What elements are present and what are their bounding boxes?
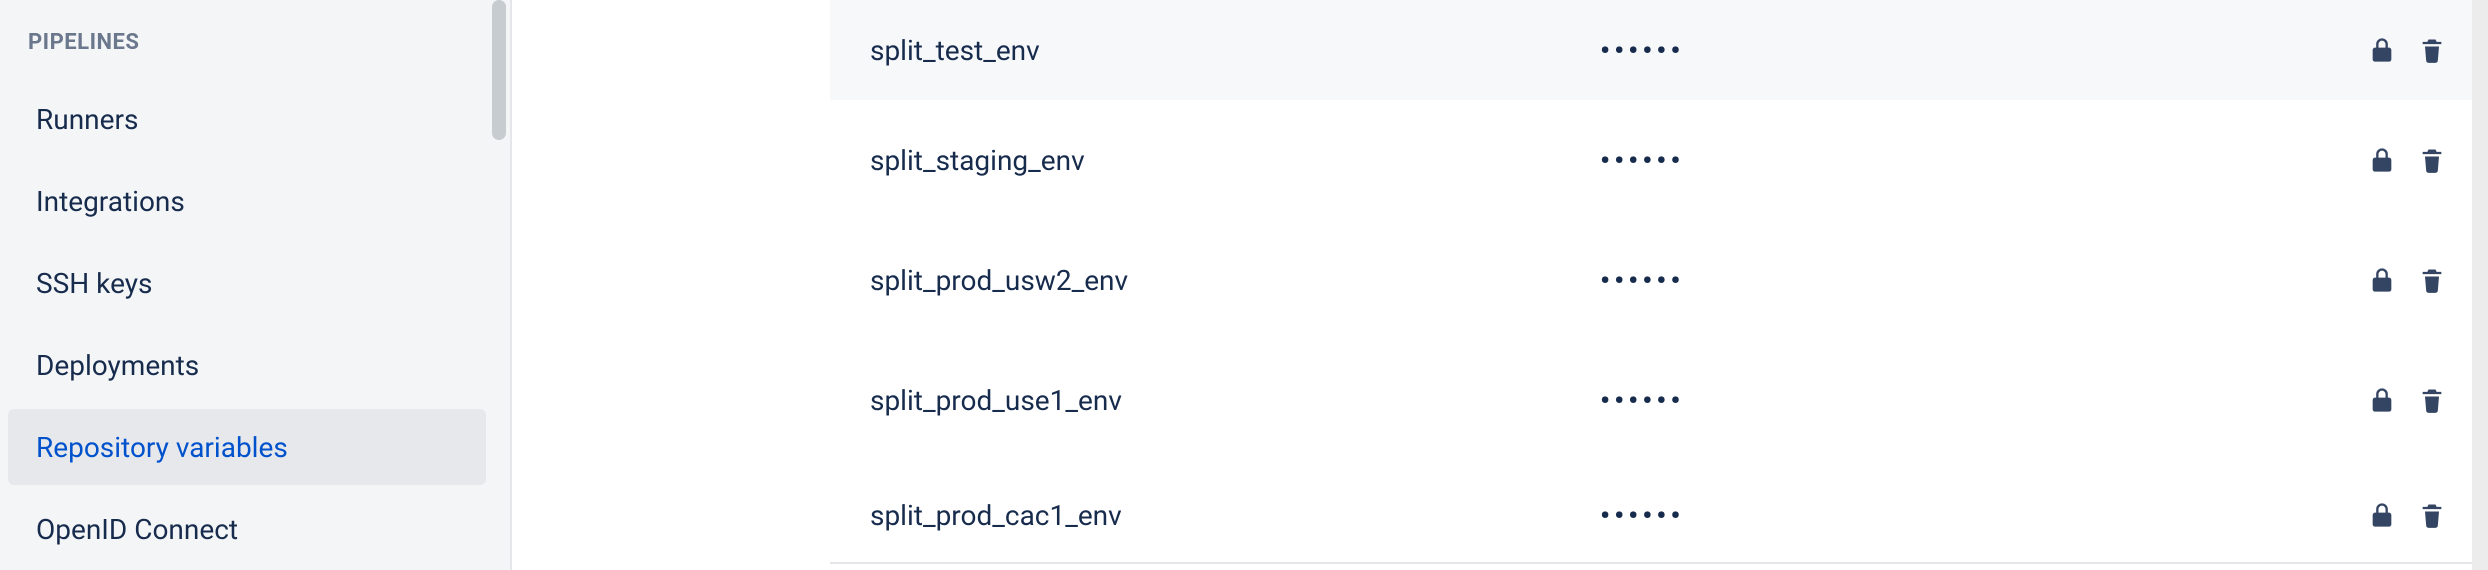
trash-icon[interactable]: [2416, 34, 2448, 66]
sidebar-divider: [510, 0, 512, 570]
sidebar-item-label: Runners: [36, 103, 138, 136]
app-layout: PIPELINES Runners Integrations SSH keys …: [0, 0, 2488, 570]
sidebar: PIPELINES Runners Integrations SSH keys …: [0, 0, 510, 570]
variable-name: split_prod_use1_env: [830, 384, 1600, 417]
sidebar-item-label: OpenID Connect: [36, 513, 238, 546]
variable-value-masked: ••••••: [1600, 34, 2366, 67]
variable-value-masked: ••••••: [1600, 144, 2366, 177]
trash-icon[interactable]: [2416, 384, 2448, 416]
variable-row[interactable]: split_prod_use1_env ••••••: [830, 340, 2488, 460]
sidebar-scrollbar-thumb[interactable]: [492, 0, 506, 140]
main-content: split_test_env •••••• split_staging_env …: [510, 0, 2488, 570]
variable-row[interactable]: split_test_env ••••••: [830, 0, 2488, 100]
sidebar-item-runners[interactable]: Runners: [8, 81, 486, 157]
trash-icon[interactable]: [2416, 264, 2448, 296]
variable-row[interactable]: split_prod_cac1_env ••••••: [830, 460, 2488, 570]
repository-variables-table: split_test_env •••••• split_staging_env …: [830, 0, 2488, 570]
sidebar-item-openid-connect[interactable]: OpenID Connect: [8, 491, 486, 567]
sidebar-item-label: Deployments: [36, 349, 199, 382]
variable-name: split_prod_usw2_env: [830, 264, 1600, 297]
lock-icon[interactable]: [2366, 144, 2398, 176]
sidebar-item-label: Repository variables: [36, 431, 288, 464]
trash-icon[interactable]: [2416, 144, 2448, 176]
variable-row[interactable]: split_staging_env ••••••: [830, 100, 2488, 220]
sidebar-item-ssh-keys[interactable]: SSH keys: [8, 245, 486, 321]
variable-value-masked: ••••••: [1600, 384, 2366, 417]
table-bottom-divider: [830, 562, 2488, 564]
sidebar-item-label: SSH keys: [36, 267, 152, 300]
sidebar-item-label: Integrations: [36, 185, 185, 218]
variable-actions: [2366, 384, 2488, 416]
trash-icon[interactable]: [2416, 499, 2448, 531]
variable-row[interactable]: split_prod_usw2_env ••••••: [830, 220, 2488, 340]
sidebar-item-integrations[interactable]: Integrations: [8, 163, 486, 239]
lock-icon[interactable]: [2366, 499, 2398, 531]
sidebar-section-heading: PIPELINES: [0, 30, 510, 75]
lock-icon[interactable]: [2366, 264, 2398, 296]
variable-name: split_staging_env: [830, 144, 1600, 177]
lock-icon[interactable]: [2366, 384, 2398, 416]
variable-value-masked: ••••••: [1600, 499, 2366, 532]
variable-actions: [2366, 499, 2488, 531]
lock-icon[interactable]: [2366, 34, 2398, 66]
variable-value-masked: ••••••: [1600, 264, 2366, 297]
variable-actions: [2366, 144, 2488, 176]
sidebar-item-repository-variables[interactable]: Repository variables: [8, 409, 486, 485]
sidebar-scrollbar-track[interactable]: [494, 0, 508, 570]
variable-actions: [2366, 34, 2488, 66]
sidebar-item-deployments[interactable]: Deployments: [8, 327, 486, 403]
variable-name: split_test_env: [830, 34, 1600, 67]
main-scrollbar-track[interactable]: [2472, 0, 2488, 570]
variable-actions: [2366, 264, 2488, 296]
variable-name: split_prod_cac1_env: [830, 499, 1600, 532]
